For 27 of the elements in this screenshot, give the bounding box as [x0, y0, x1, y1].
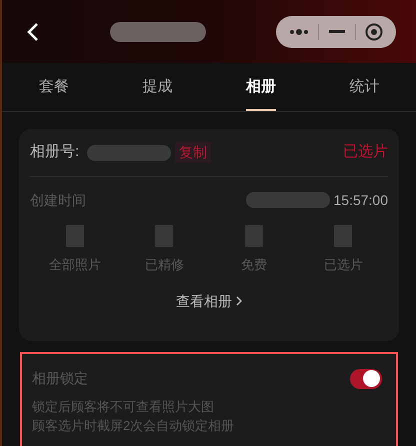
stat-label: 免费 — [240, 256, 267, 274]
lock-toggle[interactable] — [350, 368, 382, 388]
capsule-menu[interactable] — [276, 16, 396, 48]
album-status: 已选片 — [343, 142, 388, 162]
lock-title: 相册锁定 — [32, 369, 88, 388]
blurred-count — [244, 225, 263, 247]
view-album-link[interactable]: 查看相册 — [176, 290, 242, 312]
created-label: 创建时间 — [30, 190, 86, 210]
lock-note: 顾客选片时截屏2次会自动锁定相册 — [32, 417, 236, 435]
stat-label: 已精修 — [144, 256, 184, 274]
created-time: 15:57:00 — [334, 190, 388, 210]
blurred-count — [334, 225, 352, 247]
stat-label: 已选片 — [324, 256, 363, 274]
album-number-label: 相册号: — [30, 142, 80, 162]
minimize-icon[interactable] — [328, 30, 345, 34]
more-icon[interactable] — [288, 28, 309, 36]
tab[interactable]: 统计 — [312, 63, 416, 111]
blurred-count — [155, 225, 174, 247]
record-icon[interactable] — [365, 22, 384, 40]
tab[interactable]: 相册 — [209, 63, 312, 111]
tab[interactable]: 提成 — [106, 63, 209, 111]
stat-label: 全部照片 — [48, 256, 101, 274]
back-icon[interactable] — [26, 22, 40, 42]
blurred-count — [66, 225, 84, 247]
tab[interactable]: 套餐 — [2, 63, 106, 111]
lock-note: 锁定后顾客将不可查看照片大图 — [32, 398, 215, 416]
chevron-right-icon — [236, 296, 242, 306]
